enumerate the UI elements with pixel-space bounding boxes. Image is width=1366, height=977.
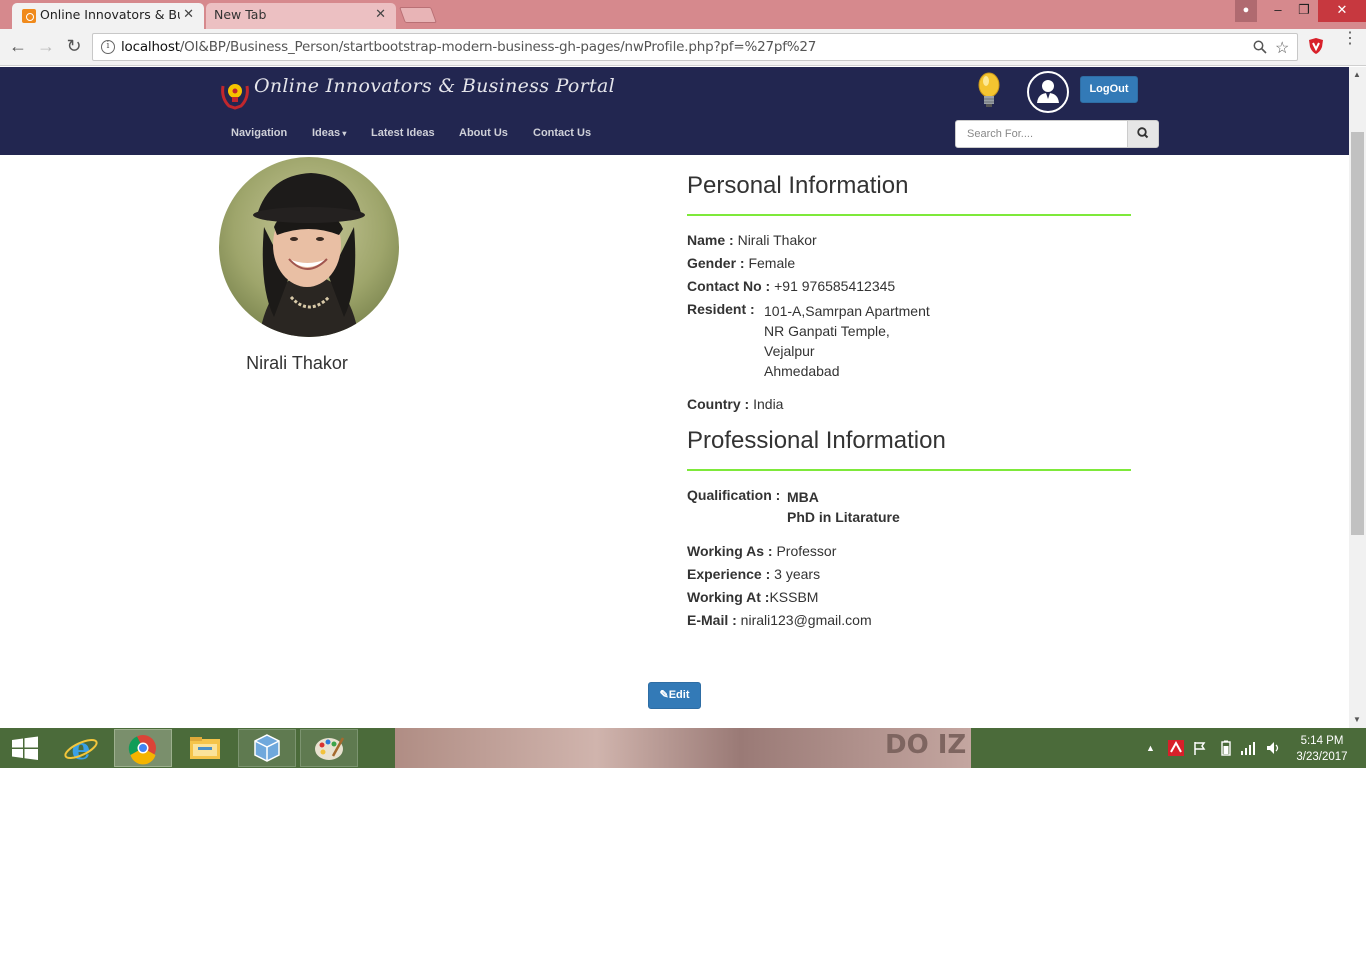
address-bar[interactable]: i localhost/OI&BP/Business_Person/startb… [92, 33, 1298, 61]
file-explorer-icon[interactable] [176, 729, 234, 767]
scroll-up-icon[interactable]: ▲ [1353, 70, 1361, 79]
scroll-down-icon[interactable]: ▼ [1353, 715, 1361, 724]
profile-name: Nirali Thakor [246, 353, 348, 373]
lightbulb-icon[interactable] [974, 71, 1004, 111]
forward-arrow-icon[interactable]: → [36, 37, 56, 57]
tab-online-innovators[interactable]: Online Innovators & Busi ✕ [12, 3, 204, 29]
antivirus-tray-icon[interactable] [1168, 740, 1184, 756]
new-tab-button[interactable] [399, 7, 437, 23]
clock-date: 3/23/2017 [1296, 751, 1348, 763]
tray-expand-icon[interactable]: ▲ [1146, 743, 1155, 753]
virtualbox-icon[interactable] [238, 729, 296, 767]
tab-close-icon[interactable]: ✕ [375, 3, 386, 27]
windows-taskbar: e DO IZ ▲ 5:14 PM 3/23/2017 [0, 728, 1366, 768]
browser-toolbar: ← → ↻ i localhost/OI&BP/Business_Person/… [0, 29, 1366, 66]
user-account-icon[interactable] [1027, 71, 1069, 113]
paint-icon[interactable] [300, 729, 358, 767]
site-info-icon[interactable]: i [101, 40, 115, 54]
logout-button[interactable]: LogOut [1080, 76, 1138, 103]
system-clock[interactable]: 5:14 PM 3/23/2017 [1290, 733, 1354, 765]
country-field: Country : India [687, 396, 784, 412]
desktop-wallpaper-strip: DO IZ [395, 728, 971, 768]
internet-explorer-icon[interactable]: e [52, 729, 110, 767]
qualification-values: MBA PhD in Litarature [787, 489, 900, 525]
professional-info-heading: Professional Information [687, 427, 946, 454]
network-icon[interactable] [1240, 740, 1256, 756]
section-divider [687, 214, 1131, 216]
section-divider [687, 469, 1131, 471]
reload-icon[interactable]: ↻ [64, 37, 84, 57]
close-window-button[interactable]: ✕ [1318, 0, 1366, 22]
shield-extension-icon[interactable] [1307, 37, 1325, 55]
qualification-label: Qualification : [687, 487, 781, 503]
email-field: E-Mail : nirali123@gmail.com [687, 612, 872, 628]
xampp-favicon-icon [22, 9, 36, 23]
windows-start-icon[interactable] [0, 729, 58, 767]
nav-navigation[interactable]: Navigation [231, 127, 287, 139]
scroll-thumb[interactable] [1351, 132, 1364, 535]
gender-field: Gender : Female [687, 255, 796, 271]
clock-time: 5:14 PM [1300, 735, 1344, 747]
chrome-menu-icon[interactable]: ⋮ [1342, 31, 1358, 47]
caret-down-icon: ▾ [340, 129, 347, 138]
nav-latest-ideas[interactable]: Latest Ideas [371, 127, 435, 139]
nav-about-us[interactable]: About Us [459, 127, 508, 139]
search-input[interactable] [955, 120, 1128, 148]
page-scrollbar[interactable]: ▲ ▼ [1349, 67, 1366, 728]
profile-photo [219, 157, 399, 337]
search-button[interactable] [1127, 120, 1159, 148]
volume-icon[interactable] [1265, 740, 1281, 756]
edit-button[interactable]: ✎Edit [648, 682, 701, 709]
tab-new-tab[interactable]: New Tab ✕ [206, 3, 396, 29]
tab-title: Online Innovators & Busi [40, 7, 180, 22]
zoom-icon[interactable] [1253, 40, 1267, 57]
edit-icon: ✎ [659, 689, 669, 701]
search-form [955, 120, 1159, 148]
experience-field: Experience : 3 years [687, 566, 821, 582]
contact-field: Contact No : +91 976585412345 [687, 278, 896, 294]
search-icon [1137, 127, 1149, 139]
name-field: Name : Nirali Thakor [687, 232, 817, 248]
user-profile-icon[interactable]: ● [1235, 0, 1257, 22]
action-center-flag-icon[interactable] [1192, 740, 1208, 756]
resident-address: 101-A,Samrpan Apartment NR Ganpati Templ… [764, 303, 930, 379]
battery-icon[interactable] [1220, 740, 1232, 756]
portal-logo-icon[interactable] [219, 78, 251, 110]
url-text[interactable]: localhost/OI&BP/Business_Person/startboo… [121, 39, 816, 55]
nav-contact-us[interactable]: Contact Us [533, 127, 591, 139]
restore-button[interactable]: ❐ [1292, 0, 1316, 22]
site-header: Online Innovators & Business Portal Navi… [0, 67, 1349, 155]
working-as-field: Working As : Professor [687, 543, 837, 559]
resident-label: Resident : [687, 301, 755, 317]
tab-close-icon[interactable]: ✕ [183, 3, 194, 27]
working-at-field: Working At :KSSBM [687, 589, 819, 605]
tab-title: New Tab [214, 7, 267, 22]
back-arrow-icon[interactable]: ← [8, 37, 28, 57]
personal-info-heading: Personal Information [687, 172, 909, 199]
svg-text:e: e [71, 732, 90, 767]
minimize-button[interactable]: – [1266, 0, 1290, 22]
site-title[interactable]: Online Innovators & Business Portal [254, 75, 615, 97]
browser-tabstrip: Online Innovators & Busi ✕ New Tab ✕ ● –… [0, 0, 1366, 29]
bookmark-star-icon[interactable]: ☆ [1275, 38, 1289, 58]
chrome-taskbar-icon[interactable] [114, 729, 172, 767]
nav-ideas[interactable]: Ideas ▾ [312, 127, 346, 139]
